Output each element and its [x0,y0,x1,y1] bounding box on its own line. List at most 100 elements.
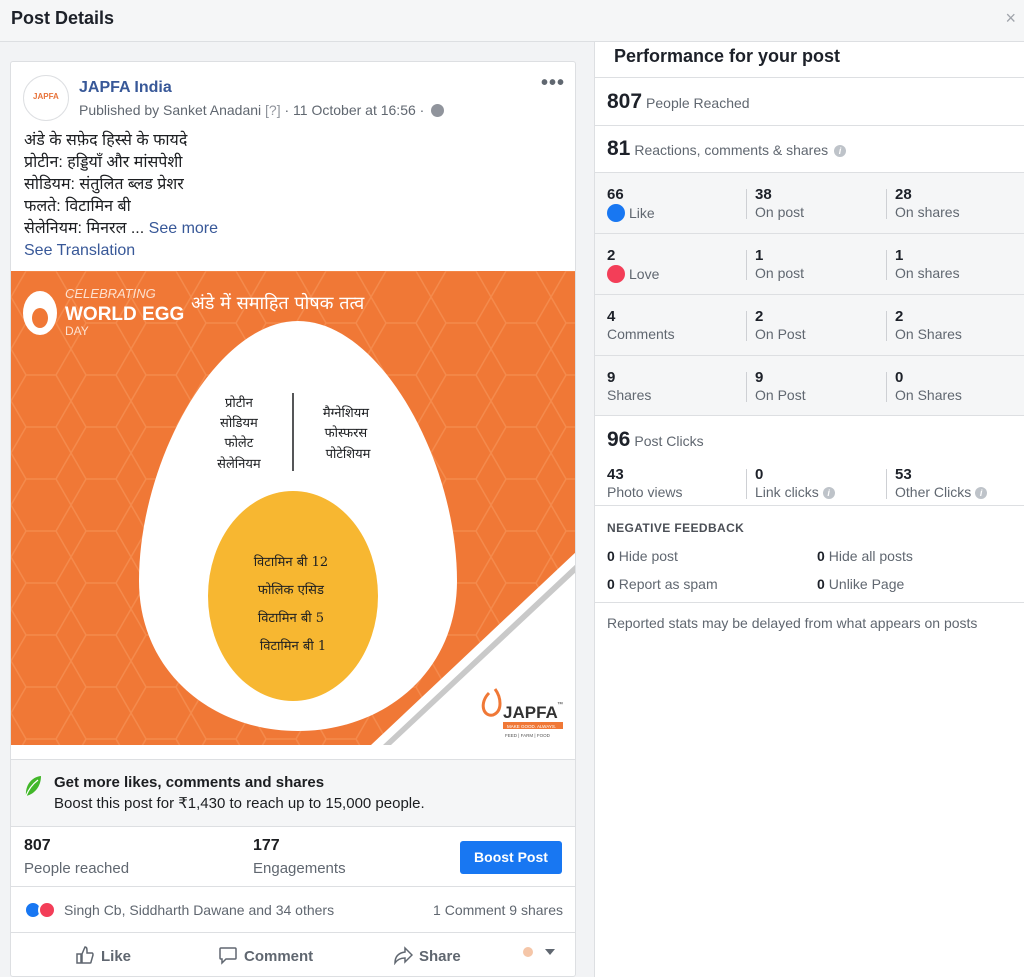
unlike-label: Unlike Page [828,576,905,592]
footnote-row: Reported stats may be delayed from what … [595,602,1024,642]
nutrient-yolk: विटामिन बी 1 [260,638,326,654]
reaction-icons[interactable] [24,901,64,919]
more-options-icon[interactable]: ••• [541,72,565,95]
hide-all-value: 0 [817,548,825,564]
love-on-post-label: On post [755,265,805,281]
reactions-total-label: Reactions, comments & shares [634,142,829,158]
help-link[interactable]: [?] [265,102,281,118]
shares-total: 9 [607,369,616,386]
like-row-label: Like [629,205,655,221]
post-image[interactable]: CELEBRATING WORLD EGG DAY अंडे में समाहि… [11,271,575,745]
love-row: 2 Love 1 On post 1 On shares [595,233,1024,294]
share-button[interactable]: Share [393,945,461,966]
post-as-selector[interactable] [522,945,562,959]
negative-feedback-title: NEGATIVE FEEDBACK [607,521,745,535]
love-icon [607,265,625,283]
reactions-total-row: 81 Reactions, comments & shares i [595,125,1024,172]
comments-row-label: Comments [607,326,675,342]
reached-row: 807 People Reached [595,77,1024,125]
boost-text: Boost this post for ₹1,430 to reach up t… [54,795,425,812]
nutrient-white-left: फोलेट [225,435,254,451]
love-on-post: 1 [755,247,764,264]
boost-banner: Get more likes, comments and shares Boos… [11,759,575,827]
nutrient-yolk: फोलिक एसिड [258,582,325,598]
like-row: 66 Like 38 On post 28 On shares [595,172,1024,233]
post-line: फलते: विटामिन बी [24,198,131,215]
globe-icon [431,104,445,117]
reactions-bar: Singh Cb, Siddharth Dawane and 34 others… [11,887,575,933]
image-headline: अंडे में समाहित पोषक तत्व [191,292,365,314]
nutrient-white-right: मैग्नेशियम [323,405,369,421]
hide-post-value: 0 [607,548,615,564]
post-meta: Published by Sanket Anadani [?] · 11 Oct… [79,102,445,118]
badge-day: DAY [65,324,89,338]
love-row-label: Love [629,266,660,282]
japfa-tm: ™ [557,701,563,708]
photo-views-label: Photo views [607,484,683,500]
other-clicks-value: 53 [895,466,912,483]
see-translation-link[interactable]: See Translation [24,240,218,262]
link-clicks-label: Link clicks [755,484,819,500]
badge-celebrating: CELEBRATING [65,286,156,301]
shares-row-label: Shares [607,387,652,403]
link-clicks-value: 0 [755,466,764,483]
nutrient-white-left: प्रोटीन [225,395,254,411]
dialog-header: Post Details × [0,0,1024,42]
people-reached-value: 807 [607,90,643,113]
comment-share-counts[interactable]: 1 Comment 9 shares [433,902,563,918]
info-icon[interactable]: i [822,487,835,499]
like-label: Like [101,948,132,965]
performance-panel: Performance for your post 807 People Reac… [594,42,1024,977]
like-on-shares: 28 [895,186,912,203]
comments-total: 4 [607,308,616,325]
reaction-names[interactable]: Singh Cb, Siddharth Dawane and 34 others [64,902,334,918]
japfa-tagline: MAKE GOOD. ALWAYS. [507,724,556,729]
post-line: सोडियम: संतुलित ब्लड प्रेशर [24,176,184,193]
nutrient-white-left: सेलेनियम [217,456,261,472]
page-name-link[interactable]: JAPFA India [79,79,172,97]
nutrient-yolk: विटामिन बी 12 [254,554,328,570]
like-on-post: 38 [755,186,772,203]
love-on-shares: 1 [895,247,904,264]
info-icon[interactable]: i [975,487,988,499]
post-clicks-label: Post Clicks [634,433,704,449]
badge-world-egg: WORLD EGG [65,304,184,325]
share-label: Share [419,948,461,965]
post-timestamp[interactable]: · 11 October at 16:56 · [285,102,425,118]
dialog-title: Post Details [11,8,115,28]
other-clicks-label: Other Clicks [895,484,972,500]
like-button[interactable]: Like [75,945,131,965]
comment-button[interactable]: Comment [218,945,313,965]
post-stats: 807 People reached 177 Engagements Boost… [11,827,575,887]
post-card: JAPFA JAPFA India Published by Sanket An… [10,61,576,977]
negative-feedback-section: NEGATIVE FEEDBACK 0 Hide post 0 Hide all p… [595,505,1024,602]
post-line: सेलेनियम: मिनरल ... [24,220,145,237]
hide-post-label: Hide post [618,548,678,564]
boost-post-button[interactable]: Boost Post [460,841,562,874]
chevron-down-icon [523,947,555,957]
post-actions: Like Comment Share [11,933,575,976]
performance-title: Performance for your post [614,46,841,66]
shares-on-shares: 0 [895,369,904,386]
avatar-logo: JAPFA [33,92,59,101]
spam-label: Report as spam [618,576,718,592]
like-on-post-label: On post [755,204,805,220]
engagements-count: 177 [253,837,280,854]
like-on-shares-label: On shares [895,204,960,220]
japfa-logo: JAPFA [503,703,558,722]
nutrient-white-right: पोटेशियम [326,446,371,462]
leaf-icon [25,776,41,797]
info-icon[interactable]: i [833,145,846,157]
engagements-label: Engagements [253,860,346,877]
post-clicks-row: 96 Post Clicks 43 Photo views 0 Link clicks… [595,415,1024,505]
like-total: 66 [607,186,624,203]
close-icon[interactable]: × [1005,8,1016,29]
avatar[interactable]: JAPFA [23,75,69,121]
reactions-total-value: 81 [607,137,631,160]
shares-on-post: 9 [755,369,764,386]
comment-label: Comment [244,948,314,965]
love-on-shares-label: On shares [895,265,960,281]
comments-on-post: 2 [755,308,764,325]
post-line: अंडे के सफ़ेद हिस्से के फायदे [24,132,188,149]
see-more-link[interactable]: See more [149,220,218,237]
